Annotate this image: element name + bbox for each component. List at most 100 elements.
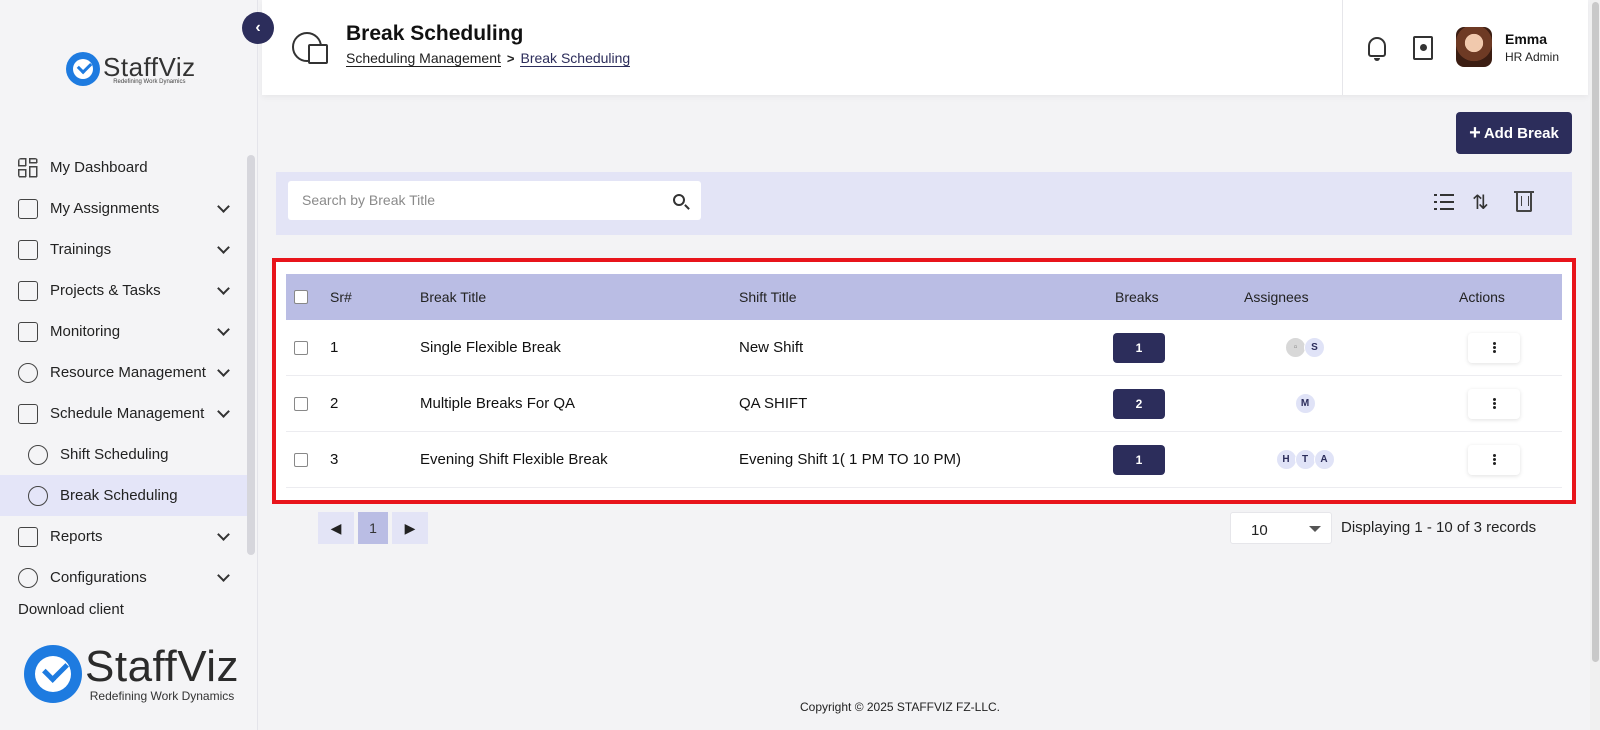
row-break-title: Multiple Breaks For QA — [420, 395, 576, 412]
chevron-down-icon[interactable] — [217, 323, 230, 336]
row-break-title: Single Flexible Break — [420, 339, 561, 356]
breaks-count-badge[interactable]: 1 — [1113, 332, 1165, 363]
column-header-assignees: Assignees — [1244, 289, 1309, 305]
kebab-menu-icon — [1492, 458, 1496, 461]
chevron-down-icon[interactable] — [217, 364, 230, 377]
search-icon[interactable] — [673, 194, 685, 206]
assignee-chip: M — [1294, 393, 1316, 414]
row-actions-button[interactable] — [1468, 388, 1520, 419]
row-checkbox[interactable] — [294, 340, 308, 355]
select-all-checkbox[interactable] — [294, 290, 308, 304]
chevron-down-icon[interactable] — [217, 528, 230, 541]
row-shift-title: QA SHIFT — [739, 395, 808, 412]
chevron-down-icon[interactable] — [217, 282, 230, 295]
caret-down-icon — [1309, 526, 1321, 532]
sidebar-item-shift-scheduling[interactable]: Shift Scheduling — [0, 434, 248, 475]
avatar[interactable] — [1456, 27, 1492, 67]
add-break-button[interactable]: + Add Break — [1456, 112, 1572, 154]
sidebar-item-reports[interactable]: Reports — [0, 516, 248, 557]
sidebar-item-my-assignments[interactable]: My Assignments — [0, 188, 248, 229]
chevron-left-icon: ‹ — [255, 19, 261, 36]
row-checkbox[interactable] — [294, 452, 308, 467]
assignments-icon — [18, 198, 38, 219]
assignee-group[interactable]: H T A — [1246, 449, 1366, 470]
sidebar-item-label: Schedule Management — [50, 405, 205, 422]
user-name[interactable]: Emma — [1505, 31, 1547, 47]
column-header-break-title[interactable]: Break Title — [420, 289, 486, 305]
row-sr: 1 — [330, 339, 339, 356]
chevron-right-icon: > — [506, 51, 515, 66]
logo-mark-icon — [66, 52, 100, 86]
resource-icon — [18, 362, 38, 383]
assignee-group[interactable]: ▫ S — [1246, 337, 1366, 358]
table-toolbar: ⇅ — [276, 172, 1572, 235]
sidebar: StaffViz Redefining Work Dynamics My Das… — [0, 0, 258, 730]
kebab-menu-icon — [1492, 346, 1496, 349]
sidebar-item-download-client[interactable]: Download client — [18, 601, 124, 615]
breadcrumb-break-scheduling[interactable]: Break Scheduling — [520, 50, 631, 67]
assignee-chip: S — [1304, 337, 1325, 358]
search-box — [288, 181, 701, 220]
assignee-chip: H — [1275, 449, 1297, 470]
sidebar-item-label: Shift Scheduling — [60, 446, 169, 463]
table-row[interactable]: 1 Single Flexible Break New Shift 1 ▫ S — [286, 320, 1562, 376]
assignee-chip: T — [1294, 449, 1316, 470]
table-row[interactable]: 3 Evening Shift Flexible Break Evening S… — [286, 432, 1562, 488]
list-view-icon[interactable] — [1434, 194, 1454, 211]
reports-icon — [18, 526, 38, 547]
breadcrumb-scheduling-management[interactable]: Scheduling Management — [346, 50, 501, 67]
column-header-actions: Actions — [1459, 289, 1505, 305]
sidebar-item-monitoring[interactable]: Monitoring — [0, 311, 248, 352]
config-icon — [18, 567, 38, 588]
records-summary: Displaying 1 - 10 of 3 records — [1341, 519, 1537, 536]
column-header-shift-title[interactable]: Shift Title — [739, 289, 797, 305]
row-sr: 2 — [330, 395, 339, 412]
sidebar-nav: My Dashboard My Assignments Trainings Pr… — [0, 147, 248, 617]
page-size-select[interactable]: 10 — [1230, 512, 1332, 544]
page-scrollbar[interactable] — [1592, 2, 1599, 662]
table-header-row: Sr# Break Title Shift Title Breaks Assig… — [286, 274, 1562, 320]
row-checkbox[interactable] — [294, 396, 308, 411]
schedule-icon — [18, 403, 38, 424]
assignee-chip: A — [1313, 449, 1335, 470]
chevron-down-icon[interactable] — [217, 569, 230, 582]
assignee-group[interactable]: M — [1246, 393, 1366, 414]
chevron-down-icon[interactable] — [217, 200, 230, 213]
bell-icon[interactable] — [1368, 37, 1386, 61]
sort-icon[interactable]: ⇅ — [1472, 190, 1489, 215]
sidebar-item-label: Resource Management — [50, 364, 206, 381]
chevron-down-icon[interactable] — [217, 241, 230, 254]
prev-page-button[interactable]: ◀ — [318, 512, 354, 544]
sidebar-item-resource-management[interactable]: Resource Management — [0, 352, 248, 393]
assignee-avatar: ▫ — [1285, 337, 1306, 358]
brand-name: StaffViz — [85, 642, 240, 691]
chevron-down-icon[interactable] — [217, 405, 230, 418]
sidebar-item-schedule-management[interactable]: Schedule Management — [0, 393, 248, 434]
collapse-sidebar-button[interactable]: ‹ — [242, 12, 274, 44]
trash-icon[interactable] — [1514, 191, 1534, 212]
row-actions-button[interactable] — [1468, 332, 1520, 363]
sidebar-scrollbar[interactable] — [247, 155, 255, 555]
sidebar-item-break-scheduling[interactable]: Break Scheduling — [0, 475, 248, 516]
break-scheduling-icon — [292, 32, 328, 64]
trainings-icon — [18, 239, 38, 260]
sidebar-item-my-dashboard[interactable]: My Dashboard — [0, 147, 248, 188]
table-row[interactable]: 2 Multiple Breaks For QA QA SHIFT 2 M — [286, 376, 1562, 432]
brand-logo[interactable]: StaffViz Redefining Work Dynamics — [66, 52, 196, 86]
breaks-count-badge[interactable]: 2 — [1113, 388, 1165, 419]
next-page-button[interactable]: ▶ — [392, 512, 428, 544]
row-actions-button[interactable] — [1468, 444, 1520, 475]
sidebar-item-label: Reports — [50, 528, 103, 545]
row-sr: 3 — [330, 451, 339, 468]
handbook-icon[interactable] — [1413, 36, 1433, 60]
sidebar-item-configurations[interactable]: Configurations — [0, 557, 248, 598]
break-icon — [28, 485, 48, 506]
header-divider — [1342, 0, 1343, 95]
sidebar-item-label: Projects & Tasks — [50, 282, 161, 299]
sidebar-item-trainings[interactable]: Trainings — [0, 229, 248, 270]
breaks-count-badge[interactable]: 1 — [1113, 444, 1165, 475]
add-break-label: Add Break — [1483, 124, 1559, 142]
search-input[interactable] — [302, 189, 642, 211]
sidebar-item-projects-tasks[interactable]: Projects & Tasks — [0, 270, 248, 311]
page-button-current[interactable]: 1 — [358, 512, 388, 544]
